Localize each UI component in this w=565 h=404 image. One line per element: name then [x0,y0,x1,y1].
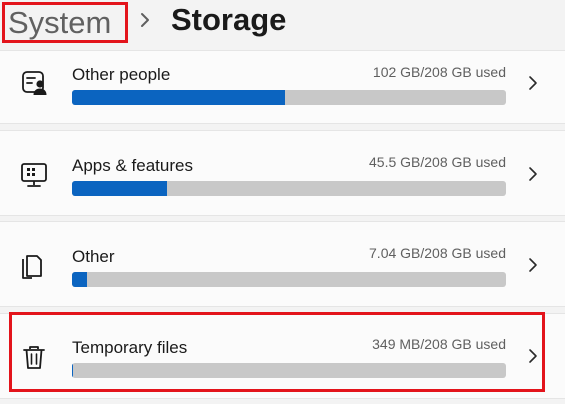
page-header: System Storage [0,0,565,56]
chevron-right-icon [529,258,537,272]
breadcrumb-system[interactable]: System [2,2,128,43]
category-title: Other people [72,65,171,84]
highlight-box [9,312,545,392]
usage-bar [72,181,506,196]
chevron-right-icon [529,167,537,181]
category-usage: 45.5 GB/208 GB used [369,154,506,170]
storage-category-apps-features[interactable]: Apps & features 45.5 GB/208 GB used [0,130,565,216]
chevron-right-icon [141,13,149,27]
page-title: Storage [171,2,287,37]
storage-category-other[interactable]: Other 7.04 GB/208 GB used [0,221,565,307]
usage-bar-fill [72,272,87,287]
person-card-icon [22,71,47,95]
category-title: Other [72,247,115,266]
usage-bar-fill [72,90,285,105]
usage-bar [72,272,506,287]
category-usage: 102 GB/208 GB used [372,64,506,80]
category-usage: 7.04 GB/208 GB used [369,245,506,261]
usage-bar [72,90,506,105]
category-title: Apps & features [72,156,193,175]
document-icon [22,255,42,279]
chevron-right-icon [529,76,537,90]
storage-category-other-people[interactable]: Other people 102 GB/208 GB used [0,50,565,124]
usage-bar-fill [72,181,168,196]
apps-monitor-icon [21,163,47,187]
